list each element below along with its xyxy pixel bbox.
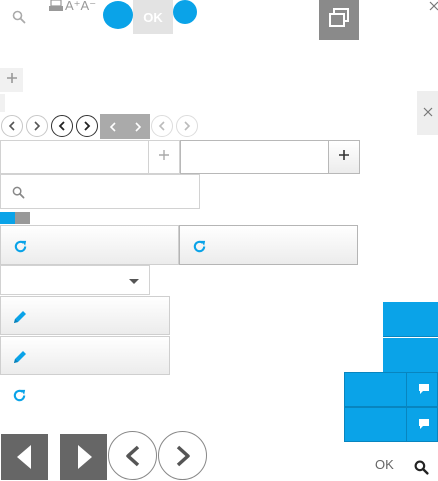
comment-icon (417, 417, 431, 431)
chevron-right-icon (174, 445, 192, 467)
restore-window-icon (328, 7, 350, 33)
text-input-1[interactable] (0, 140, 149, 174)
search-icon (10, 184, 26, 200)
text-input-2[interactable] (180, 140, 329, 174)
refresh-icon (11, 237, 29, 255)
search-input[interactable] (0, 174, 200, 209)
add-button[interactable] (0, 68, 23, 92)
close-icon[interactable] (428, 0, 438, 12)
blue-tile-1[interactable] (383, 302, 438, 337)
refresh-button-2[interactable] (179, 225, 358, 265)
panel-close-button[interactable] (417, 91, 438, 135)
plus-icon (6, 71, 18, 89)
prev-large-button[interactable] (1, 434, 48, 480)
add-input-button-2[interactable] (328, 140, 360, 174)
refresh-icon[interactable] (10, 386, 28, 404)
chevron-left-icon (57, 121, 67, 131)
chevron-right-icon (182, 121, 192, 131)
toggle-knob-right[interactable] (173, 0, 197, 24)
plus-icon (338, 148, 350, 166)
pencil-icon (11, 348, 29, 366)
edit-button-1[interactable] (0, 296, 170, 335)
tile-divider (406, 373, 407, 406)
blue-tile-2[interactable] (383, 338, 438, 372)
tile-divider (406, 408, 407, 441)
refresh-button-1[interactable] (0, 225, 179, 265)
chevron-right-icon (133, 121, 143, 132)
next-square-button[interactable] (125, 114, 150, 139)
comment-icon (417, 382, 431, 396)
next-button-active[interactable] (76, 115, 98, 137)
font-size-icon[interactable]: A⁺A⁻ (49, 0, 97, 14)
ok-button[interactable]: OK (133, 0, 173, 34)
mini-toggle-off (15, 212, 30, 224)
next-button[interactable] (26, 115, 48, 137)
chevron-left-icon (157, 121, 167, 131)
chevron-right-icon (82, 121, 92, 131)
toggle-knob-left[interactable] (103, 1, 133, 29)
divider-strip (0, 94, 5, 112)
close-icon (423, 104, 433, 122)
comment-tile-1[interactable] (344, 372, 438, 407)
chevron-left-icon (7, 121, 17, 131)
pencil-icon (11, 308, 29, 326)
next-large-button[interactable] (60, 434, 107, 480)
search-icon[interactable] (412, 458, 430, 476)
chevron-left-icon (108, 121, 118, 132)
font-size-label: A⁺A⁻ (65, 0, 97, 13)
refresh-icon (190, 237, 208, 255)
dropdown-arrow-icon (129, 279, 139, 284)
ok-text-button[interactable]: OK (375, 457, 394, 472)
next-circle-button[interactable] (158, 431, 207, 480)
prev-square-button[interactable] (100, 114, 125, 139)
chevron-left-icon (15, 444, 35, 470)
ok-button-label: OK (143, 9, 163, 25)
mini-toggle[interactable] (0, 212, 30, 224)
next-button-disabled[interactable] (176, 115, 198, 137)
prev-button-disabled[interactable] (151, 115, 173, 137)
prev-button-active[interactable] (51, 115, 73, 137)
restore-window-button[interactable] (319, 0, 359, 40)
prev-circle-button[interactable] (108, 431, 157, 480)
add-input-button-1[interactable] (148, 140, 180, 174)
search-icon[interactable] (10, 8, 28, 26)
chevron-right-icon (32, 121, 42, 131)
chevron-right-icon (74, 444, 94, 470)
mini-toggle-on (0, 212, 15, 224)
chevron-left-icon (124, 445, 142, 467)
edit-button-2[interactable] (0, 336, 170, 375)
prev-button[interactable] (1, 115, 23, 137)
comment-tile-2[interactable] (344, 407, 438, 442)
select-dropdown[interactable] (0, 265, 150, 295)
plus-icon (158, 148, 170, 166)
